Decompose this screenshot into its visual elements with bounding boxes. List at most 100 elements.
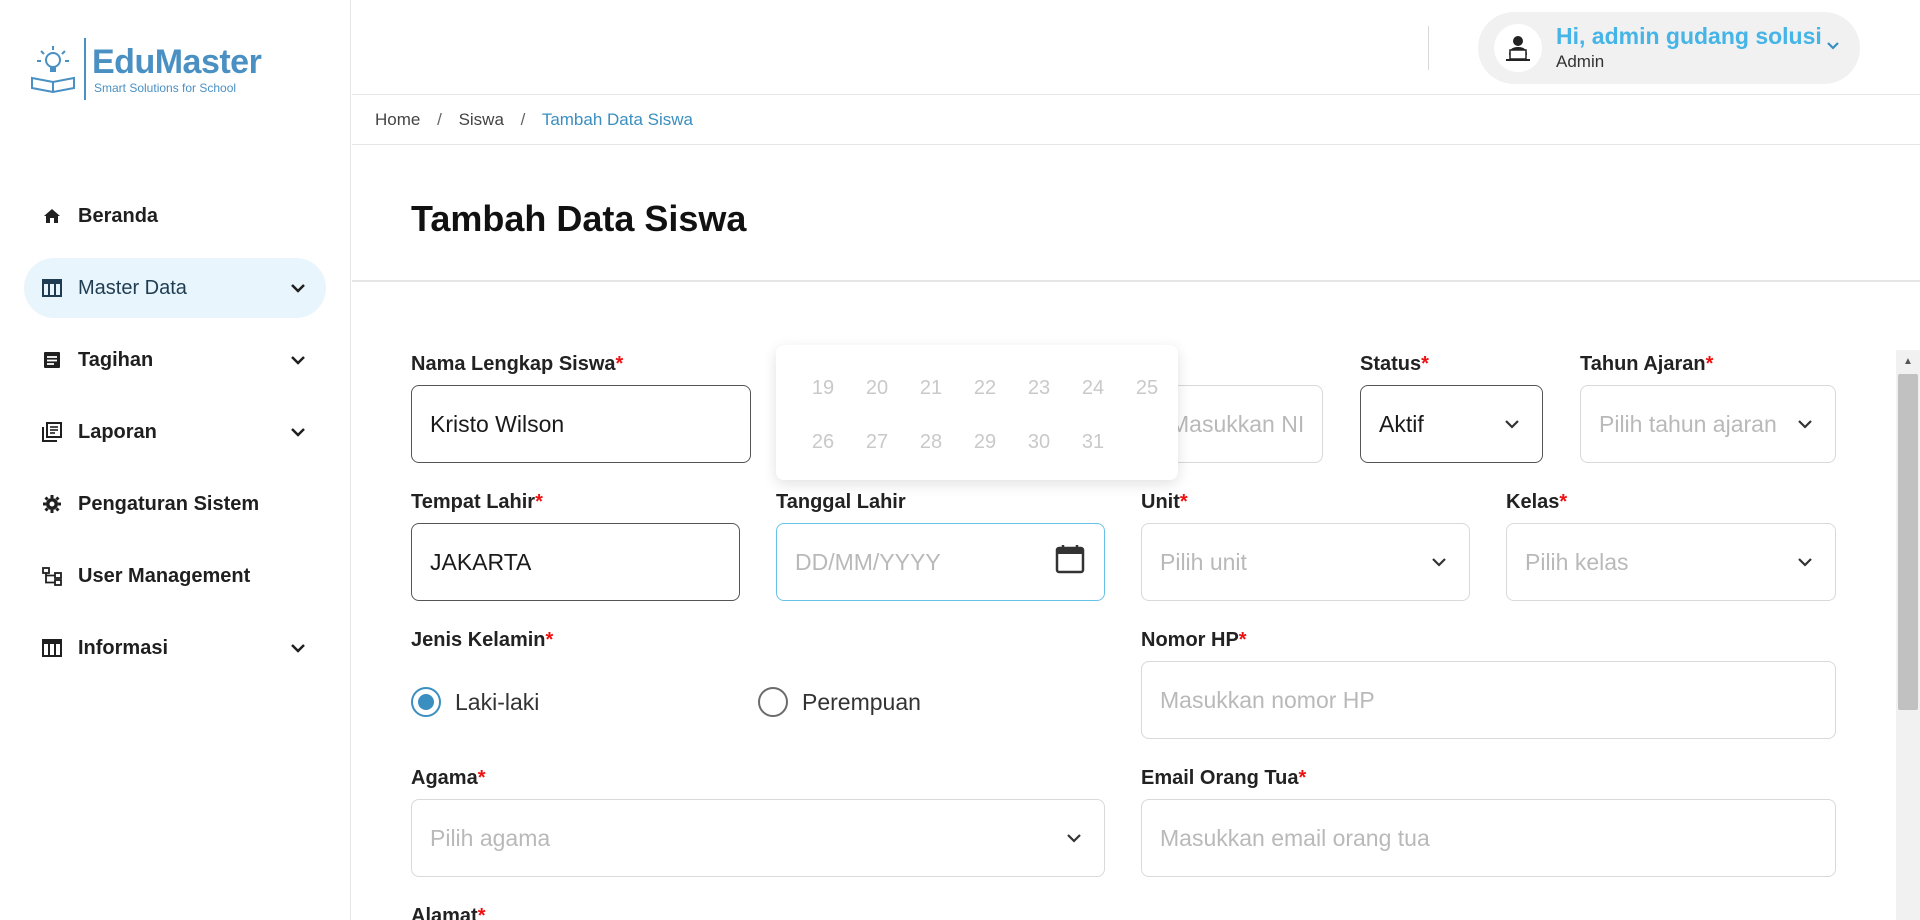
unit-select[interactable]: Pilih unit xyxy=(1141,523,1470,601)
sidebar-item-informasi[interactable]: Informasi xyxy=(24,618,326,678)
radio-perempuan[interactable]: Perempuan xyxy=(758,687,921,717)
chevron-down-icon xyxy=(286,348,310,372)
calendar-day[interactable]: 24 xyxy=(1066,377,1120,400)
tanggal-lahir-label-text: Tanggal Lahir xyxy=(776,491,906,513)
required-mark: * xyxy=(1238,629,1247,651)
tanggal-lahir-input[interactable]: DD/MM/YYYY xyxy=(776,523,1105,601)
sidebar-item-label: Laporan xyxy=(78,420,157,443)
calendar-day[interactable]: 25 xyxy=(1120,377,1174,400)
radio-button[interactable] xyxy=(411,687,441,717)
required-mark: * xyxy=(1179,491,1188,513)
page-title: Tambah Data Siswa xyxy=(411,198,747,239)
status-label: Status* xyxy=(1360,351,1429,377)
tempat-lahir-value: JAKARTA xyxy=(430,548,532,575)
header-divider xyxy=(1428,26,1429,70)
sidebar-item-laporan[interactable]: Laporan xyxy=(24,402,326,462)
status-select[interactable]: Aktif xyxy=(1360,385,1543,463)
scroll-up-arrow-icon[interactable]: ▲ xyxy=(1896,350,1920,372)
sidebar-item-master-data[interactable]: Master Data xyxy=(24,258,326,318)
sidebar-item-label: User Management xyxy=(78,564,251,587)
radio-button[interactable] xyxy=(758,687,788,717)
required-mark: * xyxy=(615,353,624,375)
calendar-day[interactable]: 28 xyxy=(904,431,958,454)
jenis-kelamin-label-text: Jenis Kelamin xyxy=(411,629,546,651)
breadcrumb-separator: / xyxy=(437,110,442,129)
sidebar-item-pengaturan-sistem[interactable]: Pengaturan Sistem xyxy=(24,474,326,534)
chevron-down-icon[interactable] xyxy=(1826,38,1840,56)
tanggal-lahir-label: Tanggal Lahir xyxy=(776,489,906,515)
calendar-day[interactable]: 29 xyxy=(958,431,1012,454)
brand-logo[interactable]: EduMaster Smart Solutions for School xyxy=(28,38,262,100)
tahun-ajaran-select[interactable]: Pilih tahun ajaran xyxy=(1580,385,1836,463)
nama-input[interactable]: Kristo Wilson xyxy=(411,385,751,463)
radio-label: Laki-laki xyxy=(455,688,540,715)
avatar xyxy=(1494,24,1542,72)
breadcrumb-home[interactable]: Home xyxy=(375,110,420,129)
nomor-hp-placeholder: Masukkan nomor HP xyxy=(1160,686,1375,713)
tempat-lahir-input[interactable]: JAKARTA xyxy=(411,523,740,601)
jenis-kelamin-label: Jenis Kelamin* xyxy=(411,627,553,653)
calendar-day[interactable]: 20 xyxy=(850,377,904,400)
user-greeting: Hi, admin gudang solusi xyxy=(1556,23,1822,49)
sidebar-nav: Beranda Master Data Tagihan Laporan Peng… xyxy=(24,186,326,690)
required-mark: * xyxy=(477,905,486,920)
calendar-day[interactable]: 26 xyxy=(796,431,850,454)
nomor-hp-label: Nomor HP* xyxy=(1141,627,1247,653)
calendar-day[interactable]: 21 xyxy=(904,377,958,400)
calendar-day[interactable]: 27 xyxy=(850,431,904,454)
nama-label: Nama Lengkap Siswa* xyxy=(411,351,623,377)
tanggal-lahir-placeholder: DD/MM/YYYY xyxy=(795,548,941,575)
agama-placeholder: Pilih agama xyxy=(430,824,551,851)
tahun-ajaran-placeholder: Pilih tahun ajaran xyxy=(1599,410,1777,437)
title-divider xyxy=(352,280,1920,282)
calendar-day[interactable]: 31 xyxy=(1066,431,1120,454)
status-value: Aktif xyxy=(1379,410,1424,437)
tempat-lahir-label-text: Tempat Lahir xyxy=(411,491,536,513)
calendar-week-row: 26 27 28 29 30 31 xyxy=(796,431,1120,454)
calendar-day[interactable]: 19 xyxy=(796,377,850,400)
top-header: Hi, admin gudang solusi Admin xyxy=(352,0,1920,95)
breadcrumb: Home / Siswa / Tambah Data Siswa xyxy=(375,110,693,130)
user-menu[interactable]: Hi, admin gudang solusi Admin xyxy=(1478,12,1860,84)
breadcrumb-siswa[interactable]: Siswa xyxy=(459,110,504,129)
email-ortu-label: Email Orang Tua* xyxy=(1141,765,1306,791)
sidebar-item-label: Tagihan xyxy=(78,348,154,371)
sidebar-item-label: Master Data xyxy=(78,276,187,299)
report-icon xyxy=(40,420,64,444)
required-mark: * xyxy=(535,491,543,513)
lightbulb-book-icon xyxy=(31,46,75,94)
gear-icon xyxy=(40,492,64,516)
tahun-ajaran-label-text: Tahun Ajaran xyxy=(1580,353,1706,375)
tempat-lahir-label: Tempat Lahir* xyxy=(411,489,543,515)
calendar-day[interactable]: 30 xyxy=(1012,431,1066,454)
user-role: Admin xyxy=(1556,52,1605,71)
chevron-down-icon xyxy=(1793,412,1817,436)
chevron-down-icon xyxy=(286,636,310,660)
sidebar-item-user-management[interactable]: User Management xyxy=(24,546,326,606)
datepicker-popup: 19 20 21 22 23 24 25 26 27 28 29 30 31 xyxy=(776,345,1178,480)
status-label-text: Status xyxy=(1360,353,1422,375)
sidebar-item-label: Pengaturan Sistem xyxy=(78,492,260,515)
chevron-down-icon xyxy=(286,276,310,300)
required-mark: * xyxy=(477,767,486,789)
kelas-select[interactable]: Pilih kelas xyxy=(1506,523,1836,601)
agama-label: Agama* xyxy=(411,765,486,791)
nama-label-text: Nama Lengkap Siswa xyxy=(411,353,616,375)
unit-placeholder: Pilih unit xyxy=(1160,548,1247,575)
calendar-day[interactable]: 22 xyxy=(958,377,1012,400)
scrollbar-thumb[interactable] xyxy=(1898,374,1918,710)
radio-laki-laki[interactable]: Laki-laki xyxy=(411,687,539,717)
logo-text: EduMaster Smart Solutions for School xyxy=(92,43,262,95)
required-mark: * xyxy=(1298,767,1307,789)
email-ortu-placeholder: Masukkan email orang tua xyxy=(1160,824,1430,851)
nomor-hp-input[interactable]: Masukkan nomor HP xyxy=(1141,661,1836,739)
calendar-day[interactable]: 23 xyxy=(1012,377,1066,400)
email-ortu-input[interactable]: Masukkan email orang tua xyxy=(1141,799,1836,877)
calendar-icon[interactable] xyxy=(1054,543,1086,581)
alamat-label: Alamat* xyxy=(411,903,486,920)
sidebar-item-beranda[interactable]: Beranda xyxy=(24,186,326,246)
sidebar-item-tagihan[interactable]: Tagihan xyxy=(24,330,326,390)
breadcrumb-current: Tambah Data Siswa xyxy=(541,110,693,129)
agama-select[interactable]: Pilih agama xyxy=(411,799,1105,877)
alamat-label-text: Alamat xyxy=(411,905,478,920)
